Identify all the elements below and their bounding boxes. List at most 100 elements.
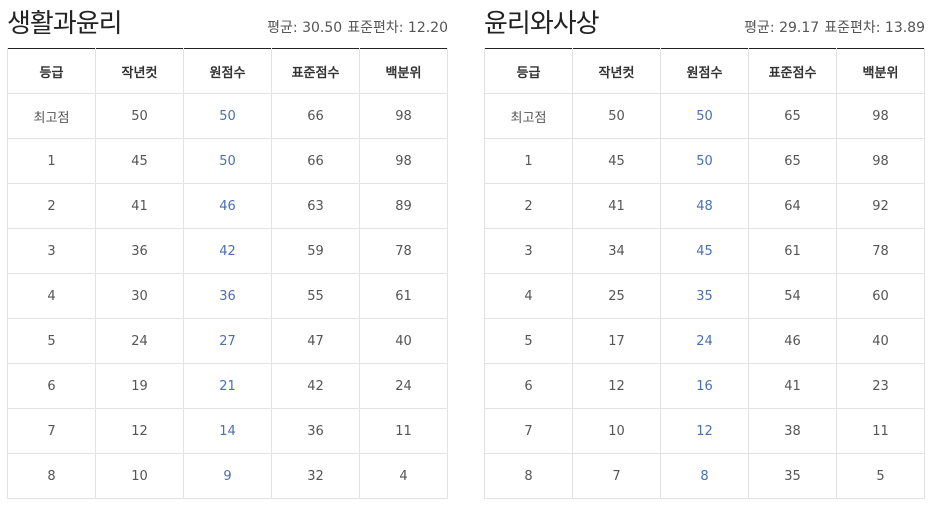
cell-grade: 1: [7, 138, 96, 184]
cell-last-year: 19: [95, 363, 184, 409]
table-row: 4 25 35 54 60: [484, 273, 925, 319]
cell-percentile: 60: [836, 273, 925, 319]
cell-standard: 35: [748, 453, 837, 499]
cell-standard: 61: [748, 228, 837, 274]
cell-grade: 2: [484, 183, 573, 229]
cell-raw: 50: [183, 93, 272, 139]
cell-percentile: 92: [836, 183, 925, 229]
cell-last-year: 41: [95, 183, 184, 229]
stddev-label: 표준편차:: [824, 20, 881, 36]
cell-last-year: 36: [95, 228, 184, 274]
cell-standard: 64: [748, 183, 837, 229]
table-row: 1 45 50 65 98: [484, 138, 925, 184]
cell-raw: 48: [660, 183, 749, 229]
column-header-standard: 표준점수: [748, 48, 837, 94]
cell-percentile: 98: [359, 138, 448, 184]
table-header-row: 등급 작년컷 원점수 표준점수 백분위: [7, 48, 448, 94]
cell-grade: 5: [7, 318, 96, 364]
cell-standard: 42: [271, 363, 360, 409]
panel-title: 생활과윤리: [7, 9, 123, 39]
table-row: 2 41 48 64 92: [484, 183, 925, 229]
table-row: 3 34 45 61 78: [484, 228, 925, 274]
table-row: 7 12 14 36 11: [7, 408, 448, 454]
panel-stats: 평균: 29.17 표준편차: 13.89: [744, 18, 925, 38]
cell-percentile: 89: [359, 183, 448, 229]
cell-standard: 32: [271, 453, 360, 499]
cell-last-year: 45: [572, 138, 661, 184]
table-row: 8 7 8 35 5: [484, 453, 925, 499]
cell-standard: 46: [748, 318, 837, 364]
cell-standard: 47: [271, 318, 360, 364]
table-row: 8 10 9 32 4: [7, 453, 448, 499]
cell-grade: 2: [7, 183, 96, 229]
cell-grade: 3: [7, 228, 96, 274]
subject-panel-ethics-thought: 윤리와사상 평균: 29.17 표준편차: 13.89 등급 작년컷 원점수 표준…: [484, 6, 925, 499]
subject-panel-life-ethics: 생활과윤리 평균: 30.50 표준편차: 12.20 등급 작년컷 원점수 표준…: [7, 6, 448, 499]
cell-standard: 66: [271, 138, 360, 184]
column-header-grade: 등급: [7, 48, 96, 94]
cell-standard: 54: [748, 273, 837, 319]
cell-standard: 65: [748, 138, 837, 184]
cell-raw: 9: [183, 453, 272, 499]
cell-grade: 6: [484, 363, 573, 409]
cell-standard: 38: [748, 408, 837, 454]
cell-percentile: 11: [359, 408, 448, 454]
cell-grade: 7: [484, 408, 573, 454]
cell-raw: 35: [660, 273, 749, 319]
panel-title: 윤리와사상: [484, 9, 600, 39]
cell-raw: 21: [183, 363, 272, 409]
cell-percentile: 78: [836, 228, 925, 274]
cell-last-year: 12: [572, 363, 661, 409]
cell-percentile: 98: [836, 93, 925, 139]
column-header-standard: 표준점수: [271, 48, 360, 94]
column-header-raw: 원점수: [183, 48, 272, 94]
cell-grade: 7: [7, 408, 96, 454]
stddev-label: 표준편차:: [347, 20, 404, 36]
cell-last-year: 17: [572, 318, 661, 364]
cell-percentile: 78: [359, 228, 448, 274]
cell-raw: 50: [660, 138, 749, 184]
cell-last-year: 10: [572, 408, 661, 454]
average-value: 30.50: [302, 20, 343, 36]
cell-raw: 16: [660, 363, 749, 409]
cell-raw: 27: [183, 318, 272, 364]
cell-standard: 55: [271, 273, 360, 319]
panel-header: 생활과윤리 평균: 30.50 표준편차: 12.20: [7, 6, 448, 48]
table-row: 7 10 12 38 11: [484, 408, 925, 454]
table-row: 최고점 50 50 66 98: [7, 93, 448, 139]
cell-raw: 12: [660, 408, 749, 454]
table-header-row: 등급 작년컷 원점수 표준점수 백분위: [484, 48, 925, 94]
table-row: 2 41 46 63 89: [7, 183, 448, 229]
cell-percentile: 23: [836, 363, 925, 409]
cell-last-year: 25: [572, 273, 661, 319]
stddev-value: 13.89: [884, 20, 925, 36]
average-value: 29.17: [779, 20, 820, 36]
cell-raw: 8: [660, 453, 749, 499]
cell-raw: 45: [660, 228, 749, 274]
cell-percentile: 11: [836, 408, 925, 454]
cell-raw: 46: [183, 183, 272, 229]
cell-last-year: 50: [95, 93, 184, 139]
table-row: 1 45 50 66 98: [7, 138, 448, 184]
average-label: 평균:: [744, 20, 775, 36]
table-row: 3 36 42 59 78: [7, 228, 448, 274]
column-header-percentile: 백분위: [359, 48, 448, 94]
cell-standard: 59: [271, 228, 360, 274]
cell-percentile: 4: [359, 453, 448, 499]
cell-percentile: 98: [359, 93, 448, 139]
cell-raw: 36: [183, 273, 272, 319]
cell-last-year: 50: [572, 93, 661, 139]
cell-grade: 1: [484, 138, 573, 184]
cell-standard: 41: [748, 363, 837, 409]
cell-standard: 36: [271, 408, 360, 454]
cell-grade: 5: [484, 318, 573, 364]
cell-last-year: 24: [95, 318, 184, 364]
cell-grade: 6: [7, 363, 96, 409]
table-row: 6 12 16 41 23: [484, 363, 925, 409]
column-header-raw: 원점수: [660, 48, 749, 94]
cell-percentile: 61: [359, 273, 448, 319]
cell-raw: 24: [660, 318, 749, 364]
table-row: 5 17 24 46 40: [484, 318, 925, 364]
cell-raw: 42: [183, 228, 272, 274]
cell-raw: 14: [183, 408, 272, 454]
